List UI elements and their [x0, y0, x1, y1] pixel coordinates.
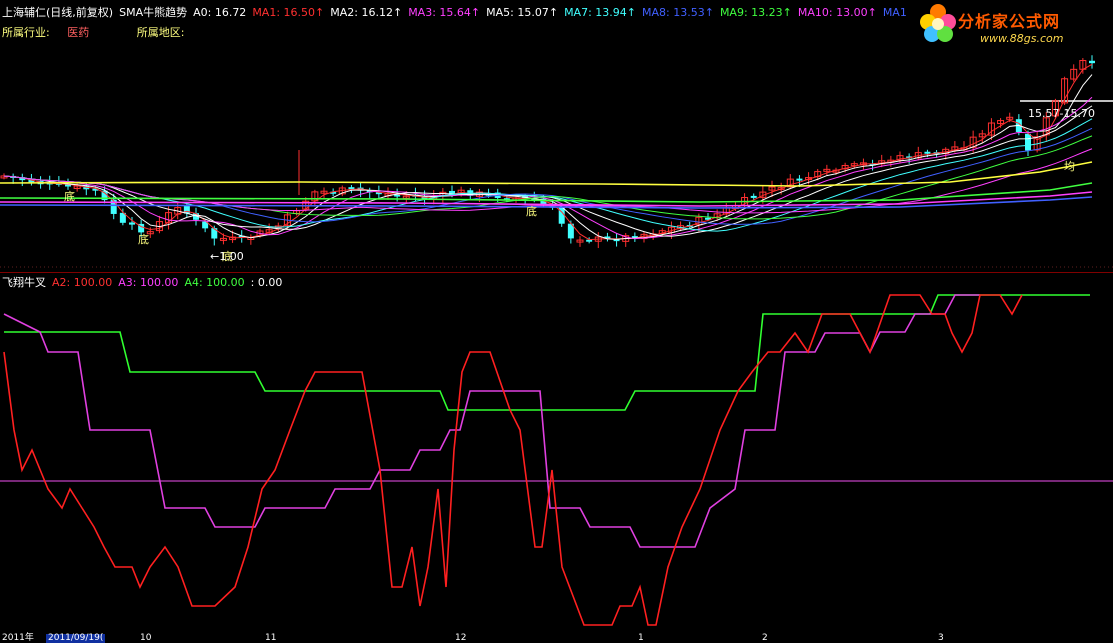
moving-average-line: [3, 74, 1093, 240]
indicator-header: 飞翔牛叉 A2: 100.00 A3: 100.00 A4: 100.00 : 0.00: [2, 276, 294, 290]
candle-body: [924, 151, 931, 154]
a2-line: [3, 294, 1023, 626]
indicator-values: A2: 100.00 A3: 100.00 A4: 100.00 : 0.00: [52, 276, 288, 289]
indicator-value: A4: 100.00: [184, 276, 245, 289]
time-tick-label: 2: [762, 633, 768, 643]
time-axis[interactable]: [0, 632, 1113, 643]
time-tick-label: 3: [938, 633, 944, 643]
price-chart[interactable]: 底底底底←1.0015.57-15.70均: [0, 0, 1113, 643]
low-price-label: ←1.00: [210, 250, 244, 263]
footer-date: 2011/09/19(: [46, 633, 106, 643]
avg-marker: 均: [1064, 160, 1075, 173]
time-tick-label: 1: [638, 633, 644, 643]
indicator-value: A3: 100.00: [118, 276, 179, 289]
footer-year: 2011年: [2, 633, 34, 643]
moving-average-line: [3, 127, 1093, 225]
indicator-value: : 0.00: [250, 276, 283, 289]
a3-line: [3, 294, 980, 548]
candle-body: [1025, 133, 1031, 151]
yellow-ma-line: [0, 161, 1093, 187]
panel-separator[interactable]: [0, 272, 1113, 273]
candle-body: [129, 222, 135, 225]
candle-body: [796, 178, 803, 181]
candle-body: [1089, 60, 1095, 64]
time-tick-label: 12: [455, 633, 467, 643]
a4-line: [4, 294, 1090, 411]
candle-body: [211, 228, 218, 239]
indicator-value: A2: 100.00: [52, 276, 113, 289]
low-marker: 底: [138, 232, 149, 246]
price-range-label: 15.57-15.70: [1028, 107, 1095, 120]
moving-average-line: [3, 118, 1093, 232]
low-marker: 底: [526, 204, 537, 218]
indicator-title: 飞翔牛叉: [2, 276, 46, 289]
time-tick-label: 10: [140, 633, 152, 643]
low-marker: 底: [64, 189, 75, 203]
candle-body: [750, 195, 757, 198]
moving-average-line: [3, 105, 1093, 237]
time-tick-label: 11: [265, 633, 277, 643]
chart-window[interactable]: 上海辅仁(日线,前复权) SMA牛熊趋势 A0: 16.72 MA1: 16.50↑ M…: [0, 0, 1113, 643]
